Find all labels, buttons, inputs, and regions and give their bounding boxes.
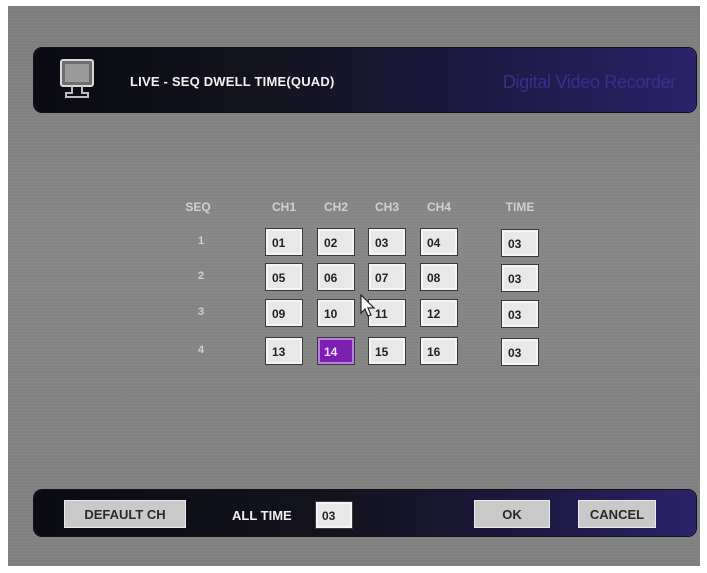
brand-label: Digital Video Recorder <box>502 72 676 92</box>
cancel-button[interactable]: CANCEL <box>578 500 656 528</box>
header-ch3: CH3 <box>374 200 399 214</box>
bottom-bar: DEFAULT CH ALL TIME 03 OK CANCEL <box>34 490 696 536</box>
header-ch2: CH2 <box>323 200 348 214</box>
channel-cell[interactable]: 12 <box>420 299 458 327</box>
all-time-field[interactable]: 03 <box>315 501 353 529</box>
title-bar: LIVE - SEQ DWELL TIME(QUAD) Digital Vide… <box>34 48 696 112</box>
time-cell[interactable]: 03 <box>501 338 539 366</box>
channel-cell[interactable]: 06 <box>317 263 355 291</box>
seq-number: 3 <box>197 306 205 318</box>
channel-cell-selected[interactable]: 14 <box>317 337 355 365</box>
seq-number: 1 <box>197 235 205 247</box>
channel-cell[interactable]: 15 <box>368 337 406 365</box>
channel-cell[interactable]: 04 <box>420 228 458 256</box>
all-time-label: ALL TIME <box>232 508 292 523</box>
channel-cell[interactable]: 16 <box>420 337 458 365</box>
time-cell[interactable]: 03 <box>501 300 539 328</box>
channel-cell[interactable]: 13 <box>265 337 303 365</box>
channel-cell[interactable]: 09 <box>265 299 303 327</box>
channel-cell[interactable]: 03 <box>368 228 406 256</box>
channel-cell[interactable]: 08 <box>420 263 458 291</box>
channel-cell[interactable]: 02 <box>317 228 355 256</box>
time-cell[interactable]: 03 <box>501 229 539 257</box>
header-ch4: CH4 <box>426 200 451 214</box>
mouse-cursor-icon <box>360 294 376 317</box>
channel-cell[interactable]: 07 <box>368 263 406 291</box>
header-seq: SEQ <box>185 200 211 214</box>
seq-number: 4 <box>197 344 205 356</box>
ok-button[interactable]: OK <box>474 500 550 528</box>
page-title: LIVE - SEQ DWELL TIME(QUAD) <box>130 74 335 89</box>
channel-cell[interactable]: 05 <box>265 263 303 291</box>
default-ch-button[interactable]: DEFAULT CH <box>64 500 186 528</box>
header-time: TIME <box>505 200 535 214</box>
channel-cell[interactable]: 10 <box>317 299 355 327</box>
seq-number: 2 <box>197 270 205 282</box>
dvr-screen: LIVE - SEQ DWELL TIME(QUAD) Digital Vide… <box>8 6 700 566</box>
header-ch1: CH1 <box>271 200 296 214</box>
time-cell[interactable]: 03 <box>501 264 539 292</box>
monitor-icon <box>60 59 94 98</box>
channel-cell[interactable]: 01 <box>265 228 303 256</box>
